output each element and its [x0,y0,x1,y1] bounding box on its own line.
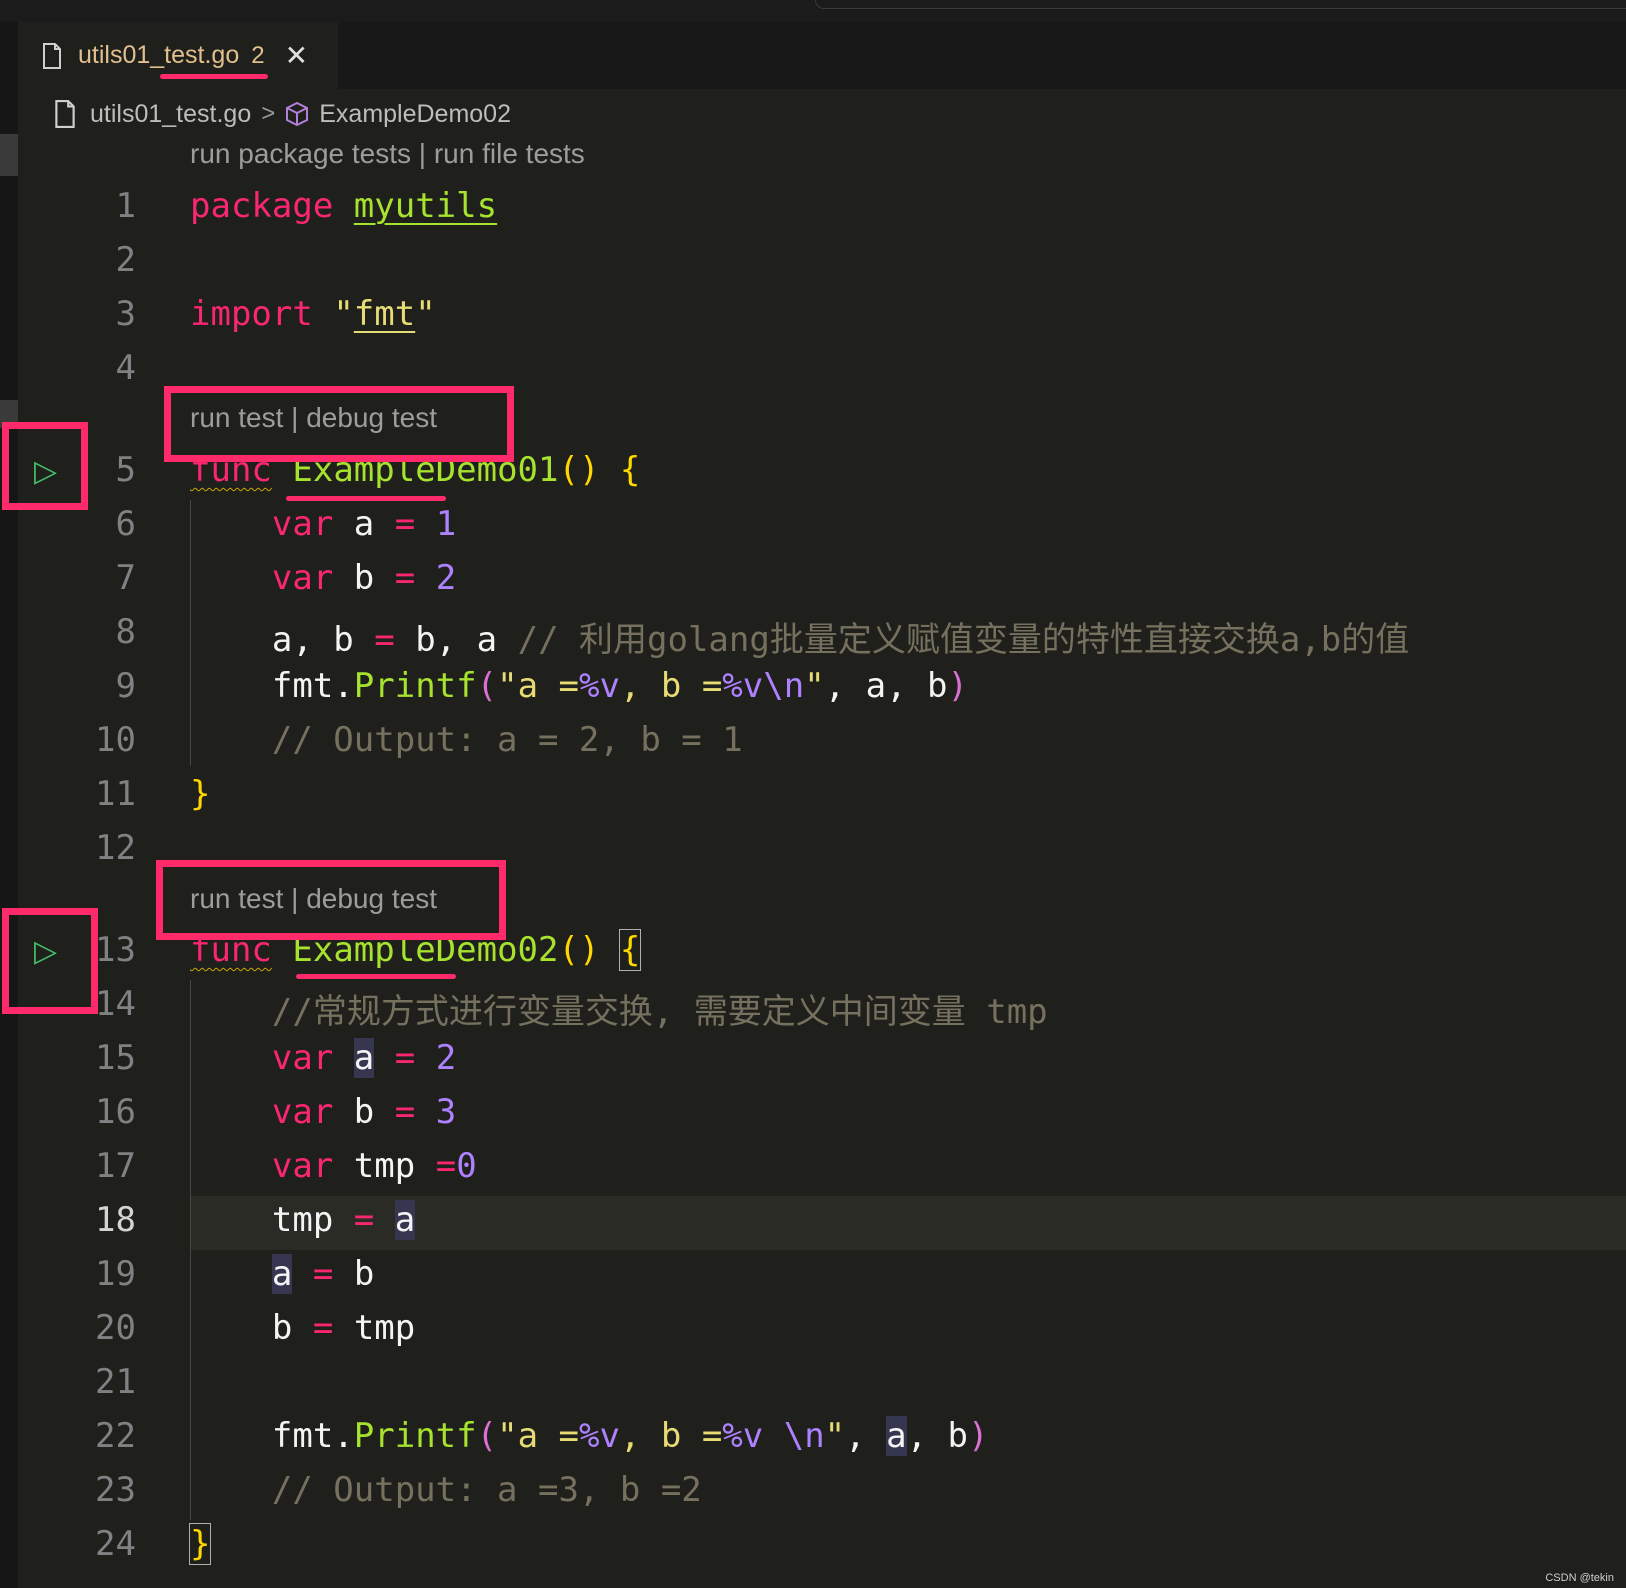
line-number: 16 [95,1092,136,1132]
close-icon[interactable]: ✕ [285,39,308,72]
line-number: 10 [95,720,136,760]
code-line-22: fmt.Printf("a =%v, b =%v \n", a, b) [271,1416,989,1456]
line-number: 9 [115,666,136,706]
code-line-24: } [188,1523,212,1565]
line-number: 8 [115,612,136,652]
activity-gutter [0,22,18,1588]
gutter-marker [0,134,18,176]
symbol-method-icon [286,101,309,127]
line-number: 17 [95,1146,136,1186]
annotation-box [164,386,514,462]
file-icon [55,100,75,128]
breadcrumb: utils01_test.go > ExampleDemo02 [54,94,511,134]
line-number: 20 [95,1308,136,1348]
annotation-underline [286,496,446,501]
line-number: 2 [115,240,136,280]
code-line-23: // Output: a =3, b =2 [271,1470,702,1510]
problem-count-badge: 2 [251,41,265,69]
annotation-box [156,860,506,940]
codelens-package[interactable]: run package tests | run file tests [190,138,585,170]
code-line-20: b = tmp [271,1308,416,1348]
code-line-6: var a = 1 [271,504,457,544]
code-line-8: a, b = b, a // 利用golang批量定义赋值变量的特性直接交换a,… [271,620,1410,660]
tab-title: utils01_test.go [78,41,240,69]
line-number: 19 [95,1254,136,1294]
watermark: CSDN @tekin [1545,1572,1614,1584]
code-line-7: var b = 2 [271,558,457,598]
annotation-box [2,422,88,510]
breadcrumb-file[interactable]: utils01_test.go [90,100,251,129]
line-number: 7 [115,558,136,598]
line-number: 21 [95,1362,136,1402]
code-line-15: var a = 2 [271,1038,457,1078]
code-line-19: a = b [271,1254,375,1294]
annotation-box [2,908,98,1014]
breadcrumb-symbol[interactable]: ExampleDemo02 [319,100,511,129]
annotation-underline [296,974,456,979]
line-number: 24 [95,1524,136,1564]
code-line-1: package myutils [190,186,498,226]
code-line-9: fmt.Printf("a =%v, b =%v\n", a, b) [271,666,968,706]
code-line-16: var b = 3 [271,1092,457,1132]
line-number: 11 [95,774,136,814]
code-line-10: // Output: a = 2, b = 1 [271,720,743,760]
line-number: 1 [115,186,136,226]
chevron-right-icon: > [261,100,276,127]
line-number: 3 [115,294,136,334]
line-number: 18 [95,1200,136,1240]
annotation-underline [160,74,268,79]
line-number: 4 [115,348,136,388]
code-line-14: //常规方式进行变量交换, 需要定义中间变量 tmp [271,992,1048,1032]
line-number: 23 [95,1470,136,1510]
code-line-17: var tmp =0 [271,1146,477,1186]
panel-edge [815,0,1626,9]
line-number: 15 [95,1038,136,1078]
code-line-11: } [190,774,211,814]
line-number: 22 [95,1416,136,1456]
line-number: 6 [115,504,136,544]
code-line-3: import "fmt" [190,294,436,334]
file-icon [43,42,61,69]
line-number: 12 [95,828,136,868]
code-line-18: tmp = a [271,1200,416,1240]
window-top-strip [0,0,1626,22]
